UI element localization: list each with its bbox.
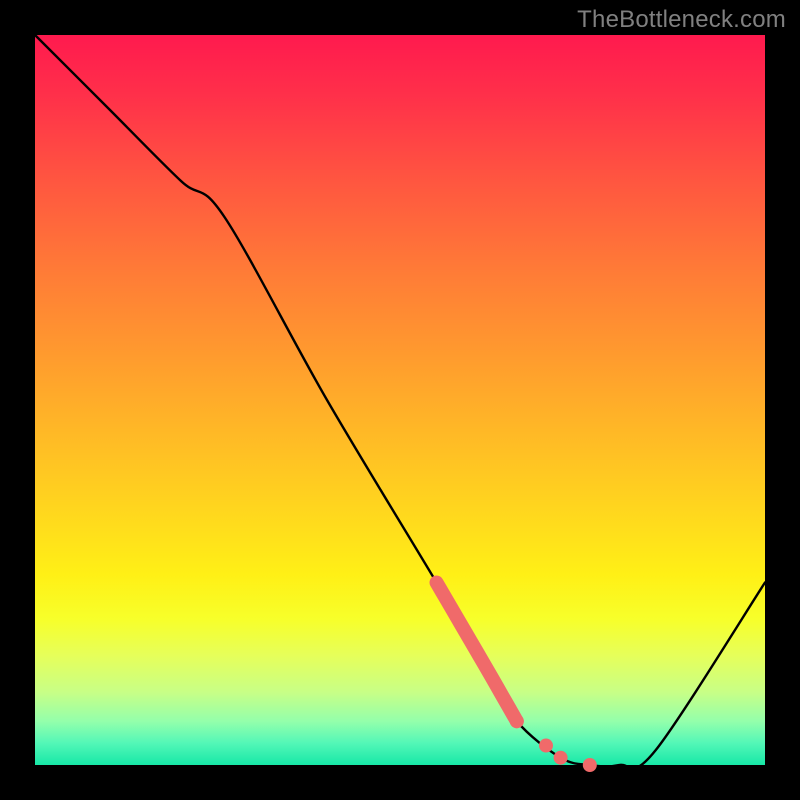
- chart-frame: TheBottleneck.com: [0, 0, 800, 800]
- highlight-dots: [510, 714, 597, 772]
- highlight-dot: [510, 714, 524, 728]
- highlight-dot: [539, 739, 553, 753]
- plot-area: [35, 35, 765, 765]
- chart-svg: [35, 35, 765, 765]
- bottleneck-curve-path: [35, 35, 765, 768]
- watermark-text: TheBottleneck.com: [577, 6, 786, 34]
- highlight-dot: [554, 751, 568, 765]
- highlight-dot: [583, 758, 597, 772]
- highlight-segment: [437, 583, 517, 722]
